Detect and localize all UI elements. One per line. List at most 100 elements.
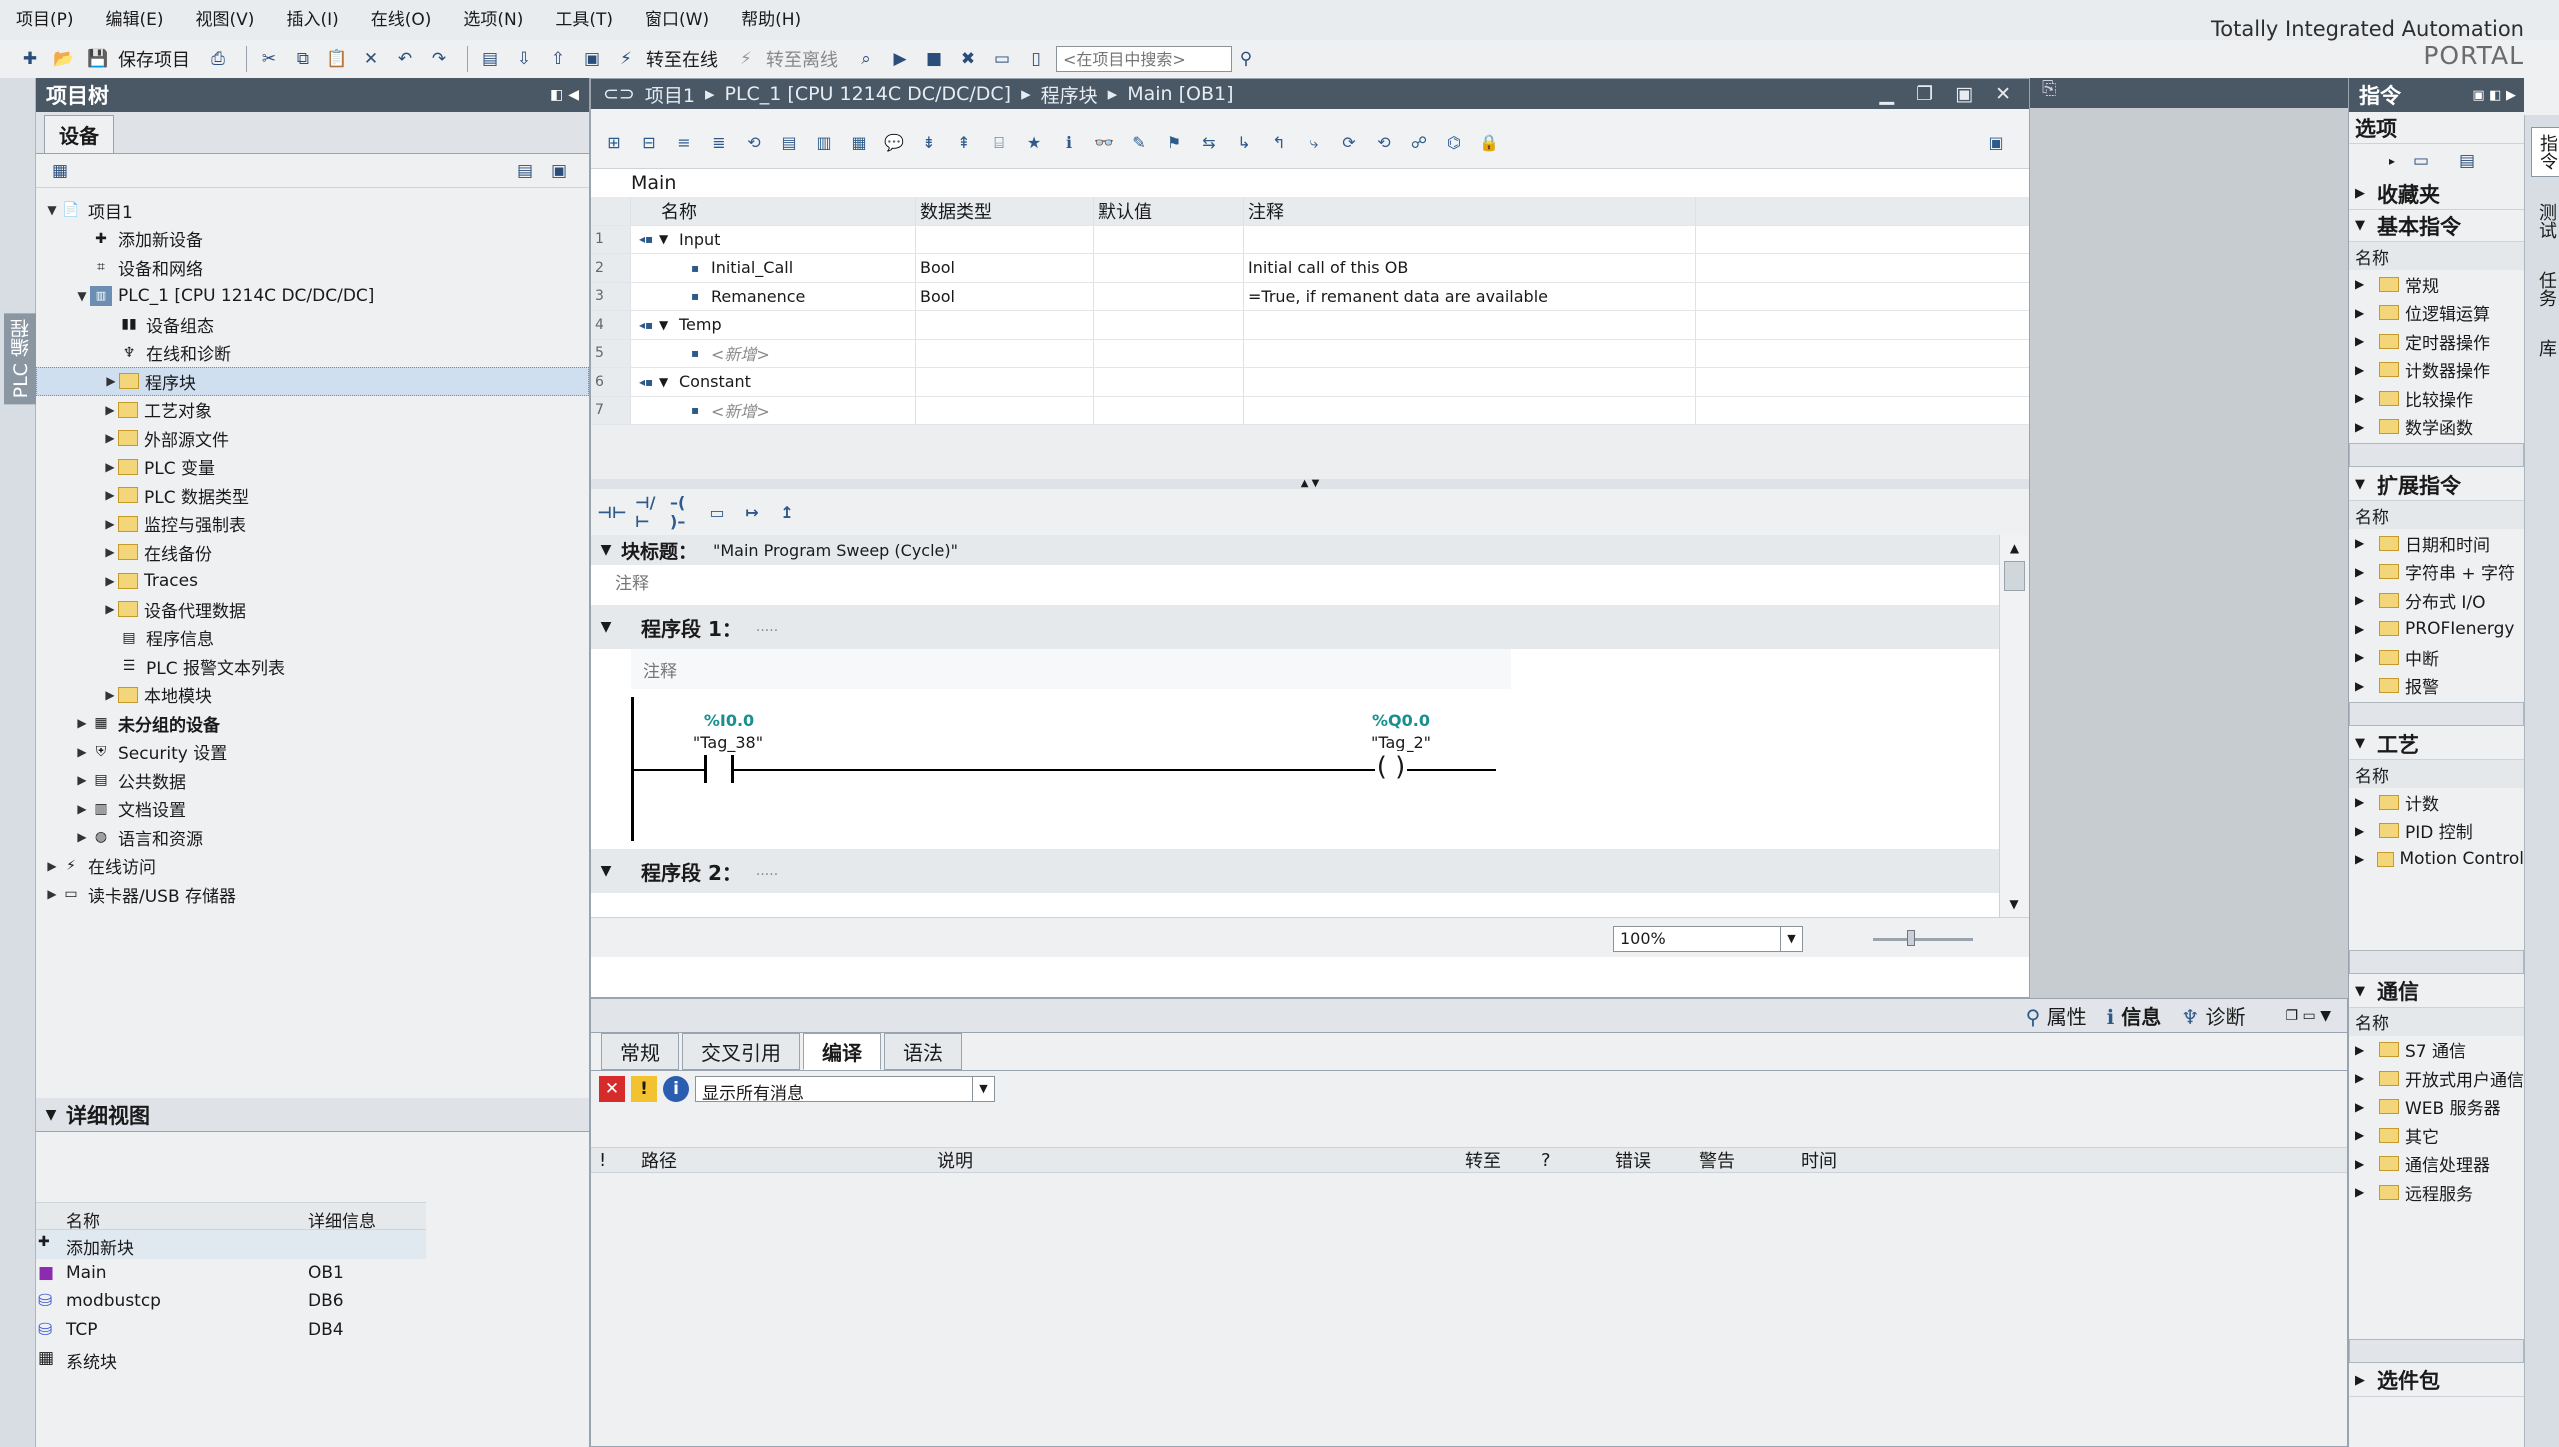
network-2-title-dots[interactable]: ..... — [756, 863, 778, 879]
tree-item-languages[interactable]: ▶ ◍ 语言和资源 — [36, 823, 589, 852]
table-row[interactable]: 2 ▪ Initial_Call Bool Initial call of this O… — [591, 254, 2029, 283]
tree-item-alarm-texts[interactable]: ☰ PLC 报警文本列表 — [36, 652, 589, 681]
extended-instructions-section[interactable]: ▼ 扩展指令 — [2349, 469, 2524, 501]
tree-item-device-config[interactable]: ▮▮ 设备组态 — [36, 310, 589, 339]
instruction-folder-item[interactable]: ▶ 远程服务 — [2349, 1178, 2524, 1207]
tree-item-program-info[interactable]: ▤ 程序信息 — [36, 624, 589, 653]
col-errors[interactable]: 错误 — [1615, 1147, 1651, 1173]
coil-icon[interactable]: –( )– — [669, 493, 695, 531]
block-title-row[interactable]: ▼ 块标题： "Main Program Sweep (Cycle)" — [591, 535, 1999, 565]
comments-icon[interactable]: 💬 — [881, 130, 907, 156]
param-comment-cell[interactable] — [1244, 339, 1696, 367]
instruction-folder-item[interactable]: ▶ 日期和时间 — [2349, 529, 2524, 558]
tree-item-local-modules[interactable]: ▶ 本地模块 — [36, 681, 589, 710]
open-all-icon[interactable]: ▤ — [776, 130, 802, 156]
instruction-folder-item[interactable]: ▶ Motion Control — [2349, 845, 2524, 874]
go-online-icon[interactable]: ⚡ — [612, 45, 640, 73]
go-offline-button[interactable]: 转至离线 — [766, 46, 838, 72]
view-detail-icon[interactable]: ▣ — [545, 157, 573, 185]
step-in-icon[interactable]: ↳ — [1231, 130, 1257, 156]
simulate-monitor-icon[interactable]: ⌬ — [1441, 130, 1467, 156]
inspector-window-controls[interactable]: ❐ ▭ ▼ — [2286, 1008, 2331, 1024]
go-to-next-icon[interactable]: ⇞ — [951, 130, 977, 156]
param-comment-cell[interactable]: Initial call of this OB — [1244, 254, 1696, 282]
instruction-folder-item[interactable]: ▶ WEB 服务器 — [2349, 1093, 2524, 1122]
comm-hscrollbar[interactable] — [2349, 1338, 2524, 1363]
menu-help[interactable]: 帮助(H) — [725, 0, 817, 40]
tree-item-common-data[interactable]: ▶ ▤ 公共数据 — [36, 766, 589, 795]
table-row[interactable]: 1 ◂▪ ▼ Input — [591, 225, 2029, 254]
menu-insert[interactable]: 插入(I) — [270, 0, 354, 40]
table-row[interactable]: 4 ◂▪ ▼ Temp — [591, 311, 2029, 340]
split-horizontal-icon[interactable]: ▭ — [988, 45, 1016, 73]
chevron-down-icon[interactable]: ▼ — [1780, 927, 1802, 951]
instruction-folder-item[interactable]: ▶ 比较操作 — [2349, 384, 2524, 413]
param-name-cell[interactable]: ▪ <新增> — [631, 339, 916, 367]
properties-icon[interactable]: ▣ — [1983, 130, 2009, 156]
col-name-header[interactable]: 名称 — [631, 197, 916, 225]
empty-box-icon[interactable]: ▭ — [704, 499, 730, 525]
go-online-button[interactable]: 转至在线 — [646, 46, 718, 72]
step-out-icon[interactable]: ↰ — [1266, 130, 1292, 156]
instruction-folder-item[interactable]: ▶ 位逻辑运算 — [2349, 299, 2524, 328]
menu-edit[interactable]: 编辑(E) — [90, 0, 180, 40]
tree-item-project[interactable]: ▼ 📄 项目1 — [36, 196, 589, 225]
table-row[interactable]: 3 ▪ Remanence Bool =True, if remanent data a… — [591, 282, 2029, 311]
chevron-down-icon[interactable]: ▼ — [591, 542, 621, 558]
tree-item-doc-settings[interactable]: ▶ ▥ 文档设置 — [36, 795, 589, 824]
open-branch-icon[interactable]: ↦ — [739, 499, 765, 525]
tree-item-tech-objects[interactable]: ▶ 工艺对象 — [36, 396, 589, 425]
tree-item-program-blocks[interactable]: ▶ 程序块 — [36, 367, 589, 396]
col-status[interactable]: ! — [599, 1150, 606, 1171]
param-comment-cell[interactable]: =True, if remanent data are available — [1244, 282, 1696, 310]
detail-col-name[interactable]: 名称 — [66, 1207, 100, 1232]
contact-address[interactable]: %I0.0 — [699, 711, 759, 730]
upload-icon[interactable]: ⇧ — [544, 45, 572, 73]
tree-item-online-access[interactable]: ▶ ⚡ 在线访问 — [36, 852, 589, 881]
info-filter-icon[interactable]: i — [663, 1076, 689, 1102]
tree-item-plc1[interactable]: ▼ ▥ PLC_1 [CPU 1214C DC/DC/DC] — [36, 282, 589, 311]
insert-network-icon[interactable]: ⊞ — [601, 130, 627, 156]
instruction-folder-item[interactable]: ▶ S7 通信 — [2349, 1036, 2524, 1065]
coil-tag[interactable]: "Tag_2" — [1346, 733, 1456, 752]
breadcrumb-item[interactable]: 程序块 — [1041, 81, 1098, 108]
breadcrumb-item[interactable]: 项目1 — [645, 81, 695, 108]
instruction-folder-item[interactable]: ▶ 开放式用户通信 — [2349, 1064, 2524, 1093]
view-toggle-icon[interactable]: ▤ — [511, 157, 539, 185]
instruction-folder-item[interactable]: ▶ 中断 — [2349, 643, 2524, 672]
add-row-icon[interactable]: ≣ — [706, 130, 732, 156]
col-comment-header[interactable]: 注释 — [1244, 197, 1696, 225]
instruction-folder-item[interactable]: ▶ PROFIenergy — [2349, 615, 2524, 644]
tag-info-icon[interactable]: ℹ — [1056, 130, 1082, 156]
cross-icon[interactable]: ✖ — [954, 45, 982, 73]
tree-item-device-proxy[interactable]: ▶ 设备代理数据 — [36, 595, 589, 624]
param-type-cell[interactable]: Bool — [916, 282, 1094, 310]
col-description[interactable]: 说明 — [937, 1147, 973, 1173]
col-default-header[interactable]: 默认值 — [1094, 197, 1244, 225]
close-all-icon[interactable]: ▥ — [811, 130, 837, 156]
table-splitter[interactable]: ▲ ▼ — [591, 479, 2029, 489]
block-comment[interactable]: 注释 — [591, 565, 1999, 597]
chevron-down-icon[interactable]: ▼ — [659, 375, 679, 389]
start-cpu-icon[interactable]: ▶ — [886, 45, 914, 73]
breadcrumb-item[interactable]: PLC_1 [CPU 1214C DC/DC/DC] — [724, 83, 1011, 105]
close-branch-icon[interactable]: ↥ — [774, 499, 800, 525]
tab-tasks[interactable]: 任务 — [2531, 265, 2559, 313]
basic-hscrollbar[interactable] — [2349, 443, 2524, 467]
col-warnings[interactable]: 警告 — [1699, 1147, 1735, 1173]
search-go-icon[interactable]: ⚲ — [1232, 45, 1260, 73]
param-default-cell[interactable] — [1094, 282, 1244, 310]
network-1-header[interactable]: ▼ 程序段 1： ..... — [591, 605, 1999, 649]
output-coil[interactable]: ( ) — [1375, 751, 1407, 785]
detail-row[interactable]: ⛁ modbustcp DB6 — [36, 1287, 589, 1316]
scroll-up-icon[interactable]: ▲ — [2000, 535, 2029, 561]
param-comment-cell[interactable] — [1244, 368, 1696, 396]
refresh-icon[interactable]: ⟳ — [1336, 130, 1362, 156]
tree-item-ungrouped[interactable]: ▶ ▦ 未分组的设备 — [36, 709, 589, 738]
tree-item-card-reader[interactable]: ▶ ▭ 读卡器/USB 存储器 — [36, 880, 589, 909]
tree-item-add-device[interactable]: ✚ 添加新设备 — [36, 225, 589, 254]
param-default-cell[interactable] — [1094, 396, 1244, 424]
param-default-cell[interactable] — [1094, 254, 1244, 282]
menu-online[interactable]: 在线(O) — [355, 0, 448, 40]
communication-section[interactable]: ▼ 通信 — [2349, 976, 2524, 1008]
